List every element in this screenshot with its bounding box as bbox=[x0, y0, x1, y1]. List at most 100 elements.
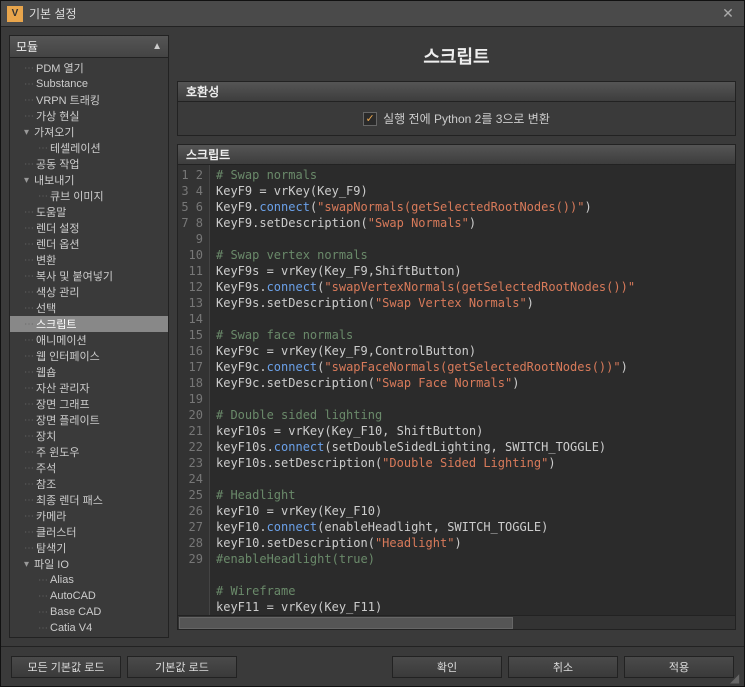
sidebar-header-label: 모듈 bbox=[16, 38, 152, 55]
tree-item[interactable]: ⋯카메라 bbox=[10, 508, 168, 524]
tree-item-label: Substance bbox=[36, 78, 88, 90]
page-title: 스크립트 bbox=[177, 35, 736, 81]
tree-item[interactable]: ⋯큐브 이미지 bbox=[10, 188, 168, 204]
tree-item[interactable]: ⋯클러스터 bbox=[10, 524, 168, 540]
tree-leaf-icon: ⋯ bbox=[24, 207, 33, 218]
tree-item-label: 파일 IO bbox=[34, 556, 69, 572]
tree-leaf-icon: ⋯ bbox=[24, 319, 33, 330]
tree-item[interactable]: ⋯장치 bbox=[10, 428, 168, 444]
tree-item-label: 애니메이션 bbox=[36, 332, 87, 348]
tree-item[interactable]: ⋯자산 관리자 bbox=[10, 380, 168, 396]
titlebar[interactable]: V 기본 설정 ✕ bbox=[1, 1, 744, 27]
tree-item[interactable]: ⋯최종 렌더 패스 bbox=[10, 492, 168, 508]
tree-leaf-icon: ⋯ bbox=[24, 335, 33, 346]
tree-item[interactable]: ⋯선택 bbox=[10, 300, 168, 316]
resize-grip-icon[interactable]: ◢ bbox=[730, 672, 742, 684]
tree-item[interactable]: ⋯애니메이션 bbox=[10, 332, 168, 348]
tree-item-label: 장면 플레이트 bbox=[36, 412, 100, 428]
tree-item[interactable]: ⋯장면 플레이트 bbox=[10, 412, 168, 428]
sidebar-header[interactable]: 모듈 ▲ bbox=[10, 36, 168, 58]
tree-item[interactable]: ⋯PDM 열기 bbox=[10, 60, 168, 76]
tree-leaf-icon: ⋯ bbox=[24, 383, 33, 394]
cancel-button[interactable]: 취소 bbox=[508, 656, 618, 678]
tree-item[interactable]: ⋯Substance bbox=[10, 76, 168, 92]
tree-item[interactable]: ⋯주 윈도우 bbox=[10, 444, 168, 460]
tree-item-label: 장면 그래프 bbox=[36, 396, 90, 412]
python-convert-row[interactable]: ✓ 실행 전에 Python 2를 3으로 변환 bbox=[186, 110, 727, 127]
window-title: 기본 설정 bbox=[29, 5, 718, 22]
line-gutter: 1 2 3 4 5 6 7 8 9 10 11 12 13 14 15 16 1… bbox=[178, 165, 210, 615]
python-convert-label: 실행 전에 Python 2를 3으로 변환 bbox=[383, 110, 550, 127]
tree-leaf-icon: ⋯ bbox=[24, 463, 33, 474]
apply-button[interactable]: 적용 bbox=[624, 656, 734, 678]
app-icon: V bbox=[7, 6, 23, 22]
scrollbar-thumb[interactable] bbox=[179, 617, 513, 629]
tree-item-label: 웹 인터페이스 bbox=[36, 348, 100, 364]
horizontal-scrollbar[interactable] bbox=[178, 615, 735, 629]
tree-item[interactable]: ⋯복사 및 붙여넣기 bbox=[10, 268, 168, 284]
code-editor[interactable]: 1 2 3 4 5 6 7 8 9 10 11 12 13 14 15 16 1… bbox=[178, 165, 735, 615]
tree-item-label: 자산 관리자 bbox=[36, 380, 90, 396]
tree-leaf-icon: ⋯ bbox=[24, 223, 33, 234]
tree-item[interactable]: ⋯참조 bbox=[10, 476, 168, 492]
checkbox-checked-icon[interactable]: ✓ bbox=[363, 112, 377, 126]
close-icon[interactable]: ✕ bbox=[718, 4, 738, 24]
tree-item[interactable]: ⋯장면 그래프 bbox=[10, 396, 168, 412]
tree-item[interactable]: ⋯렌더 옵션 bbox=[10, 236, 168, 252]
tree-leaf-icon: ⋯ bbox=[24, 95, 33, 106]
tree-item[interactable]: ⋯색상 관리 bbox=[10, 284, 168, 300]
tree-item[interactable]: ⋯Base CAD bbox=[10, 604, 168, 620]
tree-item[interactable]: ⋯테셀레이션 bbox=[10, 140, 168, 156]
tree-item[interactable]: ⋯변환 bbox=[10, 252, 168, 268]
tree-item[interactable]: ⋯가상 현실 bbox=[10, 108, 168, 124]
tree-leaf-icon: ⋯ bbox=[38, 191, 47, 202]
tree-leaf-icon: ⋯ bbox=[38, 575, 47, 586]
ok-button[interactable]: 확인 bbox=[392, 656, 502, 678]
tree-item[interactable]: ⋯AutoCAD bbox=[10, 588, 168, 604]
tree-item-label: 클러스터 bbox=[36, 524, 76, 540]
collapse-icon[interactable]: ▾ bbox=[24, 127, 34, 138]
code-content[interactable]: # Swap normals KeyF9 = vrKey(Key_F9) Key… bbox=[210, 165, 735, 615]
tree-item-label: Alias bbox=[50, 574, 74, 586]
collapse-icon[interactable]: ▾ bbox=[24, 175, 34, 186]
tree-leaf-icon: ⋯ bbox=[38, 591, 47, 602]
footer: 모든 기본값 로드 기본값 로드 확인 취소 적용 ◢ bbox=[1, 646, 744, 686]
tree-leaf-icon: ⋯ bbox=[24, 79, 33, 90]
tree-item[interactable]: ⋯VRPN 트래킹 bbox=[10, 92, 168, 108]
tree-leaf-icon: ⋯ bbox=[24, 495, 33, 506]
tree-item[interactable]: ⋯스크립트 bbox=[10, 316, 168, 332]
tree-item[interactable]: ⋯공동 작업 bbox=[10, 156, 168, 172]
tree-item[interactable]: ⋯웹숍 bbox=[10, 364, 168, 380]
tree-item[interactable]: ⋯주석 bbox=[10, 460, 168, 476]
tree-item-label: 스크립트 bbox=[36, 316, 76, 332]
tree-leaf-icon: ⋯ bbox=[24, 255, 33, 266]
tree-item[interactable]: ⋯렌더 설정 bbox=[10, 220, 168, 236]
chevron-up-icon[interactable]: ▲ bbox=[152, 41, 162, 52]
tree-leaf-icon: ⋯ bbox=[24, 239, 33, 250]
tree-leaf-icon: ⋯ bbox=[24, 479, 33, 490]
tree-item[interactable]: ⋯Catia V5 bbox=[10, 636, 168, 637]
main-panel: 스크립트 호환성 ✓ 실행 전에 Python 2를 3으로 변환 스크립트 1… bbox=[177, 35, 736, 638]
collapse-icon[interactable]: ▾ bbox=[24, 559, 34, 570]
tree-item[interactable]: ⋯탐색기 bbox=[10, 540, 168, 556]
tree-item[interactable]: ⋯Catia V4 bbox=[10, 620, 168, 636]
tree-leaf-icon: ⋯ bbox=[24, 351, 33, 362]
tree-item-label: PDM 열기 bbox=[36, 60, 84, 76]
tree-item-label: 탐색기 bbox=[36, 540, 66, 556]
tree-item-label: 큐브 이미지 bbox=[50, 188, 104, 204]
tree-leaf-icon: ⋯ bbox=[24, 543, 33, 554]
tree-item[interactable]: ▾파일 IO bbox=[10, 556, 168, 572]
tree-leaf-icon: ⋯ bbox=[24, 511, 33, 522]
tree-leaf-icon: ⋯ bbox=[24, 447, 33, 458]
tree-item[interactable]: ⋯Alias bbox=[10, 572, 168, 588]
tree-item-label: 렌더 옵션 bbox=[36, 236, 80, 252]
tree-item[interactable]: ▾가져오기 bbox=[10, 124, 168, 140]
tree-item-label: 선택 bbox=[36, 300, 56, 316]
tree-item[interactable]: ⋯웹 인터페이스 bbox=[10, 348, 168, 364]
tree-leaf-icon: ⋯ bbox=[24, 111, 33, 122]
tree-item[interactable]: ⋯도움말 bbox=[10, 204, 168, 220]
load-all-defaults-button[interactable]: 모든 기본값 로드 bbox=[11, 656, 121, 678]
load-defaults-button[interactable]: 기본값 로드 bbox=[127, 656, 237, 678]
module-tree[interactable]: ⋯PDM 열기⋯Substance⋯VRPN 트래킹⋯가상 현실▾가져오기⋯테셀… bbox=[10, 58, 168, 637]
tree-item[interactable]: ▾내보내기 bbox=[10, 172, 168, 188]
